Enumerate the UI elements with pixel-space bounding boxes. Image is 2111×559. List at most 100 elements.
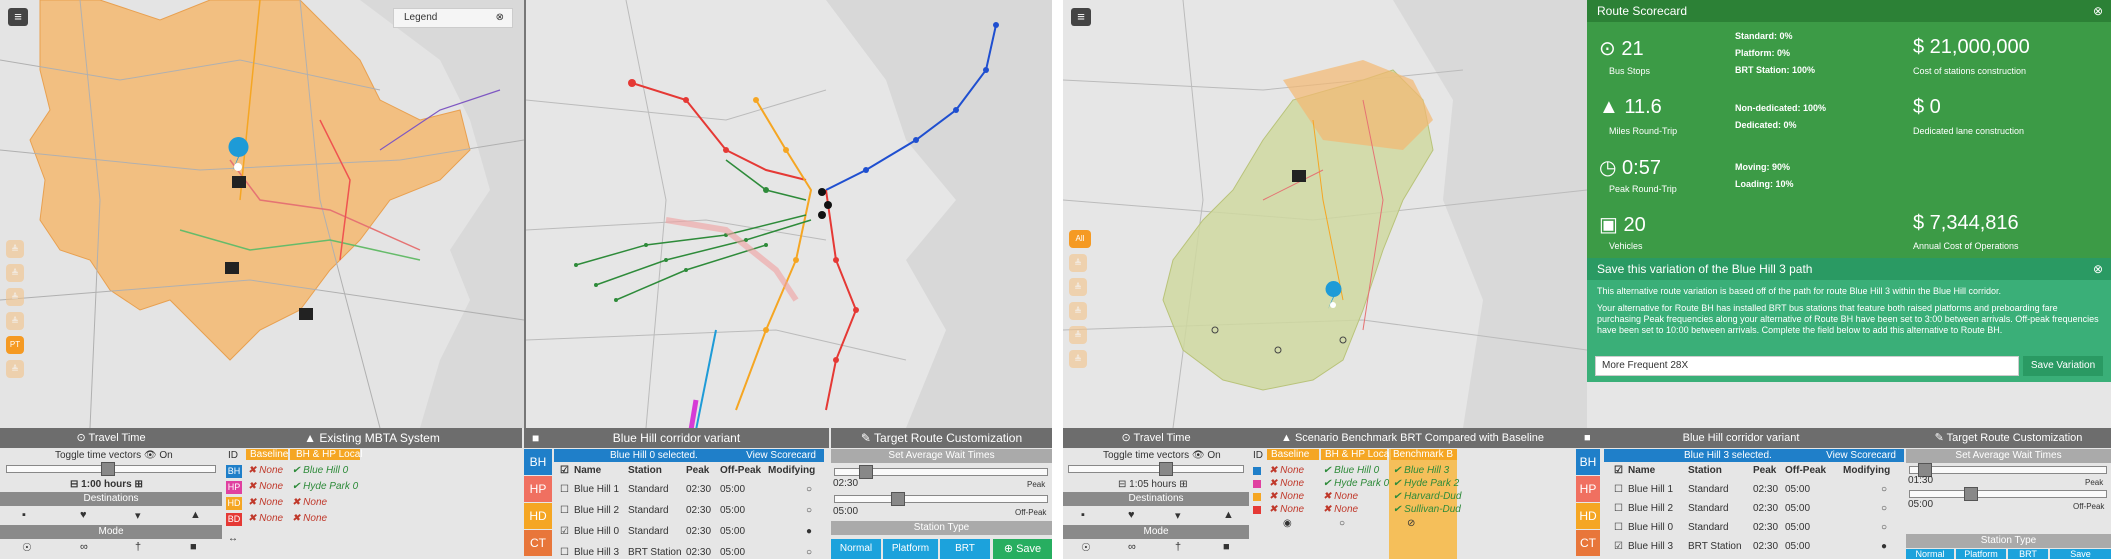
modifying-radio[interactable]: ● [806,526,812,537]
save-button[interactable]: Save [2050,549,2111,559]
offpeak-wait-knob[interactable] [891,492,905,506]
peak-wait-knob[interactable] [859,465,873,479]
modifying-radio[interactable]: ○ [806,484,812,495]
row-checkbox[interactable]: ☐ [1614,503,1623,514]
station-normal-button[interactable]: Normal [831,539,881,559]
check-circle-icon[interactable]: ◉ [1283,518,1292,529]
time-slider-knob[interactable] [101,462,115,476]
corridor-tab-ct[interactable]: CT [1576,530,1600,556]
expand-arrows-icon[interactable]: ↔ [228,533,238,544]
station-normal-button[interactable]: Normal [1906,549,1954,559]
peak-wait-slider[interactable] [1909,463,2107,477]
time-slider[interactable] [1068,462,1244,476]
corridor-tab-hd[interactable]: HD [1576,503,1600,529]
mode-chip-bike[interactable]: ≜ [6,264,24,282]
route-color-swatch[interactable] [1253,493,1261,501]
corridor-tab-ct[interactable]: CT [524,530,552,556]
route-color-swatch[interactable] [1253,467,1261,475]
station-platform-button[interactable]: Platform [1956,549,2006,559]
walk-icon[interactable]: ☉ [1081,541,1091,554]
modifying-radio[interactable]: ● [1881,541,1887,552]
view-scorecard-link[interactable]: View Scorecard [1826,449,1896,462]
time-slider-knob[interactable] [1159,462,1173,476]
select-all-checkbox[interactable]: ☑ [560,465,569,476]
school-icon[interactable]: ▲ [190,509,201,521]
toggle-time-vectors[interactable]: Toggle time vectors 👁 On [55,450,173,461]
mode-chip-ride[interactable]: ≜ [1069,326,1087,344]
save-button[interactable]: ⊕ Save [993,539,1052,559]
route-id-badge[interactable]: BH [226,465,242,478]
offpeak-wait-slider[interactable] [1909,487,2107,501]
mode-chip-transit[interactable]: PT [6,336,24,354]
route-id-badge[interactable]: BD [226,513,242,526]
mode-chip-walk[interactable]: ≜ [6,240,24,258]
bus-icon[interactable]: ■ [190,541,197,553]
corridor-tab-hp[interactable]: HP [1576,476,1600,502]
time-slider[interactable] [6,462,216,476]
modifying-radio[interactable]: ○ [806,505,812,516]
save-variation-button[interactable]: Save Variation [2023,356,2103,376]
route-id-badge[interactable]: HD [226,497,242,510]
empty-circle-icon[interactable]: ○ [1339,518,1345,529]
row-checkbox[interactable]: ☐ [560,484,569,495]
modifying-radio[interactable]: ○ [806,547,812,558]
modifying-radio[interactable]: ○ [1881,503,1887,514]
row-checkbox[interactable]: ☑ [560,526,569,537]
bike-icon[interactable]: ∞ [80,541,88,553]
station-brt-button[interactable]: BRT [2008,549,2048,559]
mode-chip-all[interactable]: All [1069,230,1091,248]
briefcase-icon[interactable]: ▪ [22,509,26,521]
view-scorecard-link[interactable]: View Scorecard [746,449,816,462]
transit-network-map[interactable] [526,0,1052,428]
toggle-time-vectors[interactable]: Toggle time vectors 👁 On [1103,450,1221,461]
mode-chip-ride[interactable]: ≜ [6,312,24,330]
select-all-checkbox[interactable]: ☑ [1614,465,1623,476]
school-icon[interactable]: ▲ [1223,509,1234,521]
hours-stepper[interactable]: ⊟ 1:00 hours ⊞ [70,479,143,490]
corridor-tab-bh[interactable]: BH [524,449,552,475]
mode-chip-car[interactable]: ≜ [6,288,24,306]
walk-icon[interactable]: ☉ [22,541,32,554]
corridor-tab-bh[interactable]: BH [1576,449,1600,475]
station-brt-button[interactable]: BRT [940,539,990,559]
modifying-radio[interactable]: ○ [1881,484,1887,495]
route-color-swatch[interactable] [1253,480,1261,488]
row-checkbox[interactable]: ☐ [1614,484,1623,495]
offpeak-wait-slider[interactable] [834,492,1048,506]
variation-name-input[interactable]: More Frequent 28X [1595,356,2019,376]
heart-icon[interactable]: ♥ [80,509,87,521]
bus-icon[interactable]: ■ [1223,541,1230,553]
station-platform-button[interactable]: Platform [883,539,938,559]
person-icon[interactable]: † [135,541,141,553]
close-icon[interactable]: ⊗ [2093,0,2103,22]
cart-icon[interactable]: ▾ [135,509,141,522]
close-icon[interactable]: ⊗ [2093,258,2103,280]
mode-chip-walk[interactable]: ≜ [1069,254,1087,272]
row-checkbox[interactable]: ☐ [560,547,569,558]
close-icon[interactable]: ⊗ [496,12,504,23]
route-color-swatch[interactable] [1253,506,1261,514]
modifying-radio[interactable]: ○ [1881,522,1887,533]
bike-icon[interactable]: ∞ [1128,541,1136,553]
row-checkbox[interactable]: ☐ [560,505,569,516]
heart-icon[interactable]: ♥ [1128,509,1135,521]
hours-stepper[interactable]: ⊟ 1:05 hours ⊞ [1118,479,1188,490]
mode-chip-other[interactable]: ≜ [6,360,24,378]
person-icon[interactable]: † [1175,541,1181,553]
mode-chip-car[interactable]: ≜ [1069,302,1087,320]
mode-chip-transit[interactable]: ≜ [1069,350,1087,368]
cart-icon[interactable]: ▾ [1175,509,1181,522]
corridor-tab-hp[interactable]: HP [524,476,552,502]
row-checkbox[interactable]: ☑ [1614,541,1623,552]
route-id-badge[interactable]: HP [226,481,242,494]
row-checkbox[interactable]: ☐ [1614,522,1623,533]
menu-icon[interactable]: ≡ [8,8,28,26]
peak-wait-slider[interactable] [834,465,1048,479]
corridor-tab-hd[interactable]: HD [524,503,552,529]
ban-icon[interactable]: ⊘ [1407,518,1415,529]
menu-icon[interactable]: ≡ [1071,8,1091,26]
offpeak-wait-knob[interactable] [1964,487,1978,501]
legend-panel[interactable]: Legend ⊗ [393,8,513,28]
mode-chip-bike[interactable]: ≜ [1069,278,1087,296]
briefcase-icon[interactable]: ▪ [1081,509,1085,521]
